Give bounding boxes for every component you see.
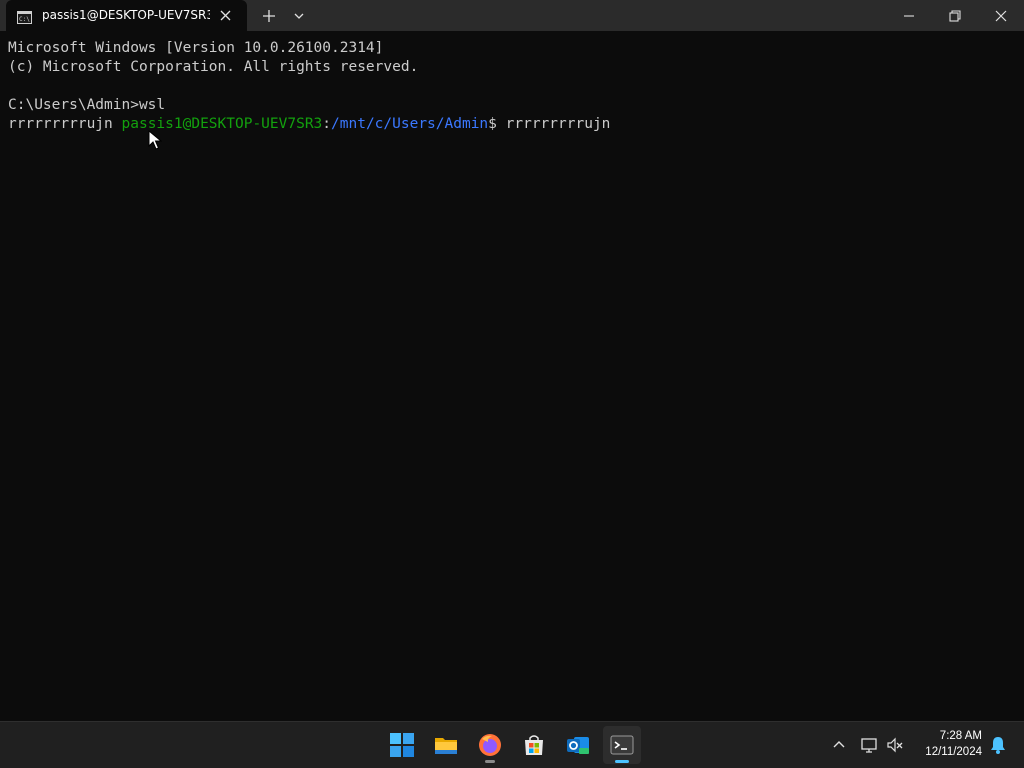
cmd-prompt-line: C:\Users\Admin>wsl: [8, 97, 166, 113]
minimize-button[interactable]: [886, 0, 932, 31]
chevron-up-icon[interactable]: [830, 736, 848, 754]
cmd-icon: C:\: [17, 9, 32, 24]
close-window-button[interactable]: [978, 0, 1024, 31]
close-tab-icon[interactable]: [218, 8, 233, 23]
file-explorer-button[interactable]: [427, 726, 465, 764]
mouse-pointer-icon: [148, 129, 163, 150]
start-button[interactable]: [383, 726, 421, 764]
terminal-icon: [610, 735, 634, 755]
firefox-icon: [479, 734, 501, 756]
outlook-new-button[interactable]: [559, 726, 597, 764]
prompt-symbol: $: [488, 116, 506, 132]
start-icon: [390, 733, 414, 757]
typed-prefix: rrrrrrrrrujn: [8, 116, 122, 132]
microsoft-store-icon: [525, 735, 543, 755]
tab-title: passis1@DESKTOP-UEV7SR3: ,: [42, 8, 210, 22]
taskbar: 7:28 AM 12/11/2024: [0, 721, 1024, 768]
typed-command: rrrrrrrrrujn: [505, 116, 611, 132]
clock[interactable]: 7:28 AM 12/11/2024: [902, 728, 982, 760]
wsl-prompt-line: rrrrrrrrrujn passis1@DESKTOP-UEV7SR3:/mn…: [8, 115, 610, 134]
svg-text:C:\: C:\: [19, 16, 30, 23]
active-indicator: [615, 760, 629, 763]
copyright-line: (c) Microsoft Corporation. All rights re…: [8, 59, 419, 75]
clock-time: 7:28 AM: [939, 730, 982, 742]
outlook-new-icon: [567, 737, 589, 754]
firefox-button[interactable]: [471, 726, 509, 764]
terminal-button[interactable]: [603, 726, 641, 764]
title-bar: C:\ passis1@DESKTOP-UEV7SR3: ,: [0, 0, 1024, 31]
chevron-down-icon[interactable]: [291, 8, 307, 24]
notification-bell-icon[interactable]: [990, 736, 1006, 754]
running-indicator: [485, 760, 495, 763]
network-icon[interactable]: [860, 736, 878, 754]
version-line: Microsoft Windows [Version 10.0.26100.23…: [8, 40, 384, 56]
prompt-colon: :: [322, 116, 332, 132]
new-tab-button[interactable]: [260, 7, 278, 25]
prompt-path: /mnt/c/Users/Admin: [331, 116, 489, 132]
terminal-tab[interactable]: C:\ passis1@DESKTOP-UEV7SR3: ,: [6, 0, 247, 31]
clock-date: 12/11/2024: [925, 746, 982, 758]
restore-button[interactable]: [932, 0, 978, 31]
microsoft-store-button[interactable]: [515, 726, 553, 764]
file-explorer-icon: [435, 738, 457, 754]
